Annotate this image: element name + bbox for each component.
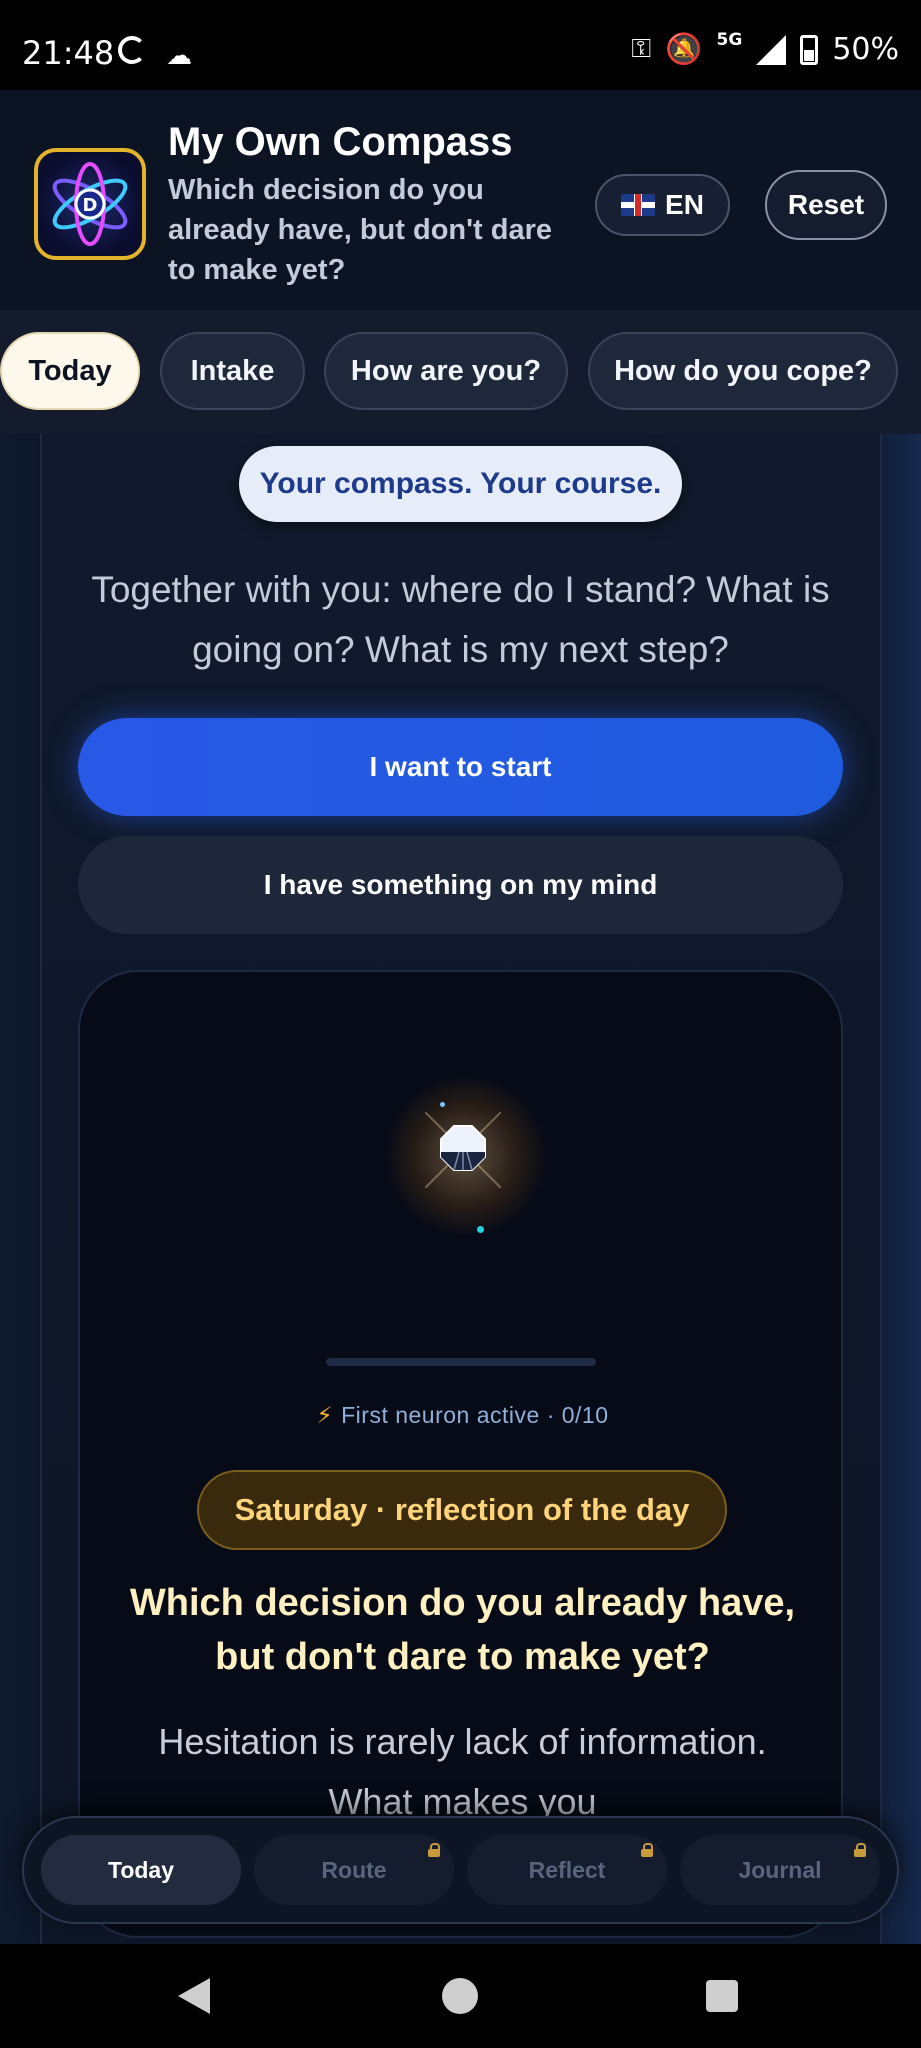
atom-logo-icon: D — [52, 162, 128, 246]
motto-badge: Your compass. Your course. — [239, 446, 682, 522]
status-time: 21:48 — [22, 34, 115, 72]
mute-icon: 🔕 — [665, 32, 703, 67]
tab-today[interactable]: Today — [0, 332, 140, 410]
reflection-body: Hesitation is rarely lack of information… — [158, 1721, 767, 1822]
battery-level: 50% — [832, 32, 899, 67]
reflection-question: Which decision do you already have, but … — [129, 1582, 796, 1678]
signal-icon — [756, 34, 787, 65]
app-logo: D — [34, 148, 146, 260]
lock-icon — [428, 1843, 440, 1857]
neuron-card: ⚡ First neuron active · 0/10 Saturday · r… — [78, 970, 843, 1938]
reset-button[interactable]: Reset — [765, 170, 887, 240]
lightning-icon: ⚡ — [316, 1402, 334, 1428]
neuron-gem-icon — [425, 1112, 501, 1188]
nav-route-label: Route — [321, 1856, 387, 1883]
nav-journal[interactable]: Journal — [680, 1835, 880, 1905]
neuron-status: ⚡ First neuron active · 0/10 — [80, 1402, 841, 1429]
something-on-mind-button[interactable]: I have something on my mind — [78, 836, 843, 934]
back-icon[interactable] — [178, 1978, 210, 2014]
language-button[interactable]: EN — [595, 174, 730, 236]
app-header: D My Own Compass Which decision do you a… — [0, 90, 921, 310]
start-button[interactable]: I want to start — [78, 718, 843, 816]
tab-intake[interactable]: Intake — [160, 332, 305, 410]
battery-icon — [800, 34, 819, 65]
particle-dot — [440, 1102, 445, 1107]
status-icons: ⚿ 🔕 5G 50% — [631, 29, 899, 68]
svg-text:D: D — [83, 195, 98, 216]
recents-icon[interactable] — [706, 1980, 738, 2012]
neuron-progress-bar — [326, 1358, 596, 1366]
neuron-status-text: First neuron active · 0/10 — [341, 1402, 609, 1428]
nav-route[interactable]: Route — [254, 1835, 454, 1905]
tab-how-do-you-cope[interactable]: How do you cope? — [588, 332, 898, 410]
app-subtitle: Which decision do you already have, but … — [168, 174, 552, 286]
app-title: My Own Compass — [168, 120, 513, 164]
network-type: 5G — [716, 29, 743, 50]
top-tabs: Today Intake How are you? How do you cop… — [0, 310, 921, 434]
status-bar: 21:48 ☁ ⚿ 🔕 5G 50% — [0, 0, 921, 90]
home-icon[interactable] — [442, 1978, 478, 2014]
tab-how-are-you[interactable]: How are you? — [324, 332, 568, 410]
cloud-icon: ☁ — [166, 40, 192, 70]
vpn-key-icon: ⚿ — [631, 34, 652, 64]
nav-reflect-label: Reflect — [528, 1856, 606, 1883]
nav-journal-label: Journal — [738, 1856, 822, 1883]
nav-today-label: Today — [107, 1856, 175, 1883]
bottom-nav: Today Route Reflect Journal — [22, 1816, 899, 1924]
lock-icon — [854, 1843, 866, 1857]
lock-icon — [641, 1843, 653, 1857]
nav-reflect[interactable]: Reflect — [467, 1835, 667, 1905]
system-nav-bar — [0, 1944, 921, 2048]
particle-dot — [477, 1226, 484, 1233]
sync-icon — [118, 36, 146, 64]
nav-today[interactable]: Today — [41, 1835, 241, 1905]
uk-flag-icon — [621, 194, 656, 216]
language-label: EN — [665, 189, 704, 220]
intro-text: Together with you: where do I stand? Wha… — [91, 569, 830, 670]
day-reflection-badge: Saturday · reflection of the day — [197, 1470, 727, 1550]
